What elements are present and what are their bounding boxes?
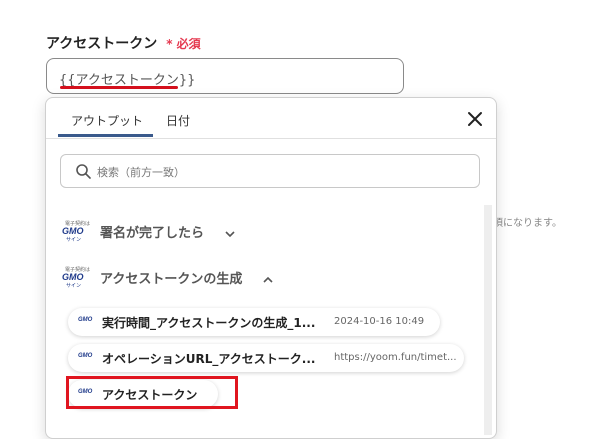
close-icon[interactable] xyxy=(464,108,486,130)
variable-picker-dropdown: アウトプット 日付 検索（前方一致） 電子契約は GMO サイン 署名が完了した… xyxy=(45,97,497,439)
group-signature-complete[interactable]: 電子契約は GMO サイン 署名が完了したら xyxy=(58,218,358,244)
field-label: アクセストークン * 必須 xyxy=(46,33,201,53)
output-item-execution-time[interactable]: GMO 実行時間_アクセストークンの生成_1... 2024-10-16 10:… xyxy=(68,308,440,336)
search-input[interactable]: 検索（前方一致） xyxy=(60,154,480,188)
gmo-sign-logo: 電子契約は GMO サイン xyxy=(62,267,91,289)
active-tab-indicator xyxy=(58,134,153,137)
output-item-name: 実行時間_アクセストークンの生成_1... xyxy=(102,316,316,330)
gmo-sign-icon: GMO xyxy=(78,317,93,323)
red-highlight-box xyxy=(66,376,238,409)
tab-output[interactable]: アウトプット xyxy=(71,112,143,129)
gmo-sign-icon: GMO xyxy=(78,353,93,359)
group-title: 署名が完了したら xyxy=(100,226,205,241)
gmo-sign-logo: 電子契約は GMO サイン xyxy=(62,221,91,243)
group-access-token-generation[interactable]: 電子契約は GMO サイン アクセストークンの生成 xyxy=(58,264,358,290)
output-item-value: https://yoom.fun/timet... xyxy=(334,352,457,363)
search-placeholder: 検索（前方一致） xyxy=(97,166,185,179)
helper-text: 須になります。 xyxy=(493,218,562,229)
chevron-down-icon xyxy=(224,225,236,238)
output-item-operation-url[interactable]: GMO オペレーションURL_アクセストーク... https://yoom.f… xyxy=(68,344,464,372)
group-title: アクセストークンの生成 xyxy=(100,272,243,287)
tab-bar: アウトプット 日付 xyxy=(46,98,496,139)
search-icon xyxy=(75,163,91,179)
scrollbar[interactable] xyxy=(484,205,492,435)
field-label-text: アクセストークン xyxy=(46,36,158,52)
required-mark: * 必須 xyxy=(166,37,201,51)
red-underline-annotation xyxy=(60,86,178,89)
output-item-name: オペレーションURL_アクセストーク... xyxy=(102,352,316,366)
output-item-value: 2024-10-16 10:49 xyxy=(334,316,425,327)
tab-date[interactable]: 日付 xyxy=(166,112,190,129)
chevron-up-icon xyxy=(262,271,274,283)
